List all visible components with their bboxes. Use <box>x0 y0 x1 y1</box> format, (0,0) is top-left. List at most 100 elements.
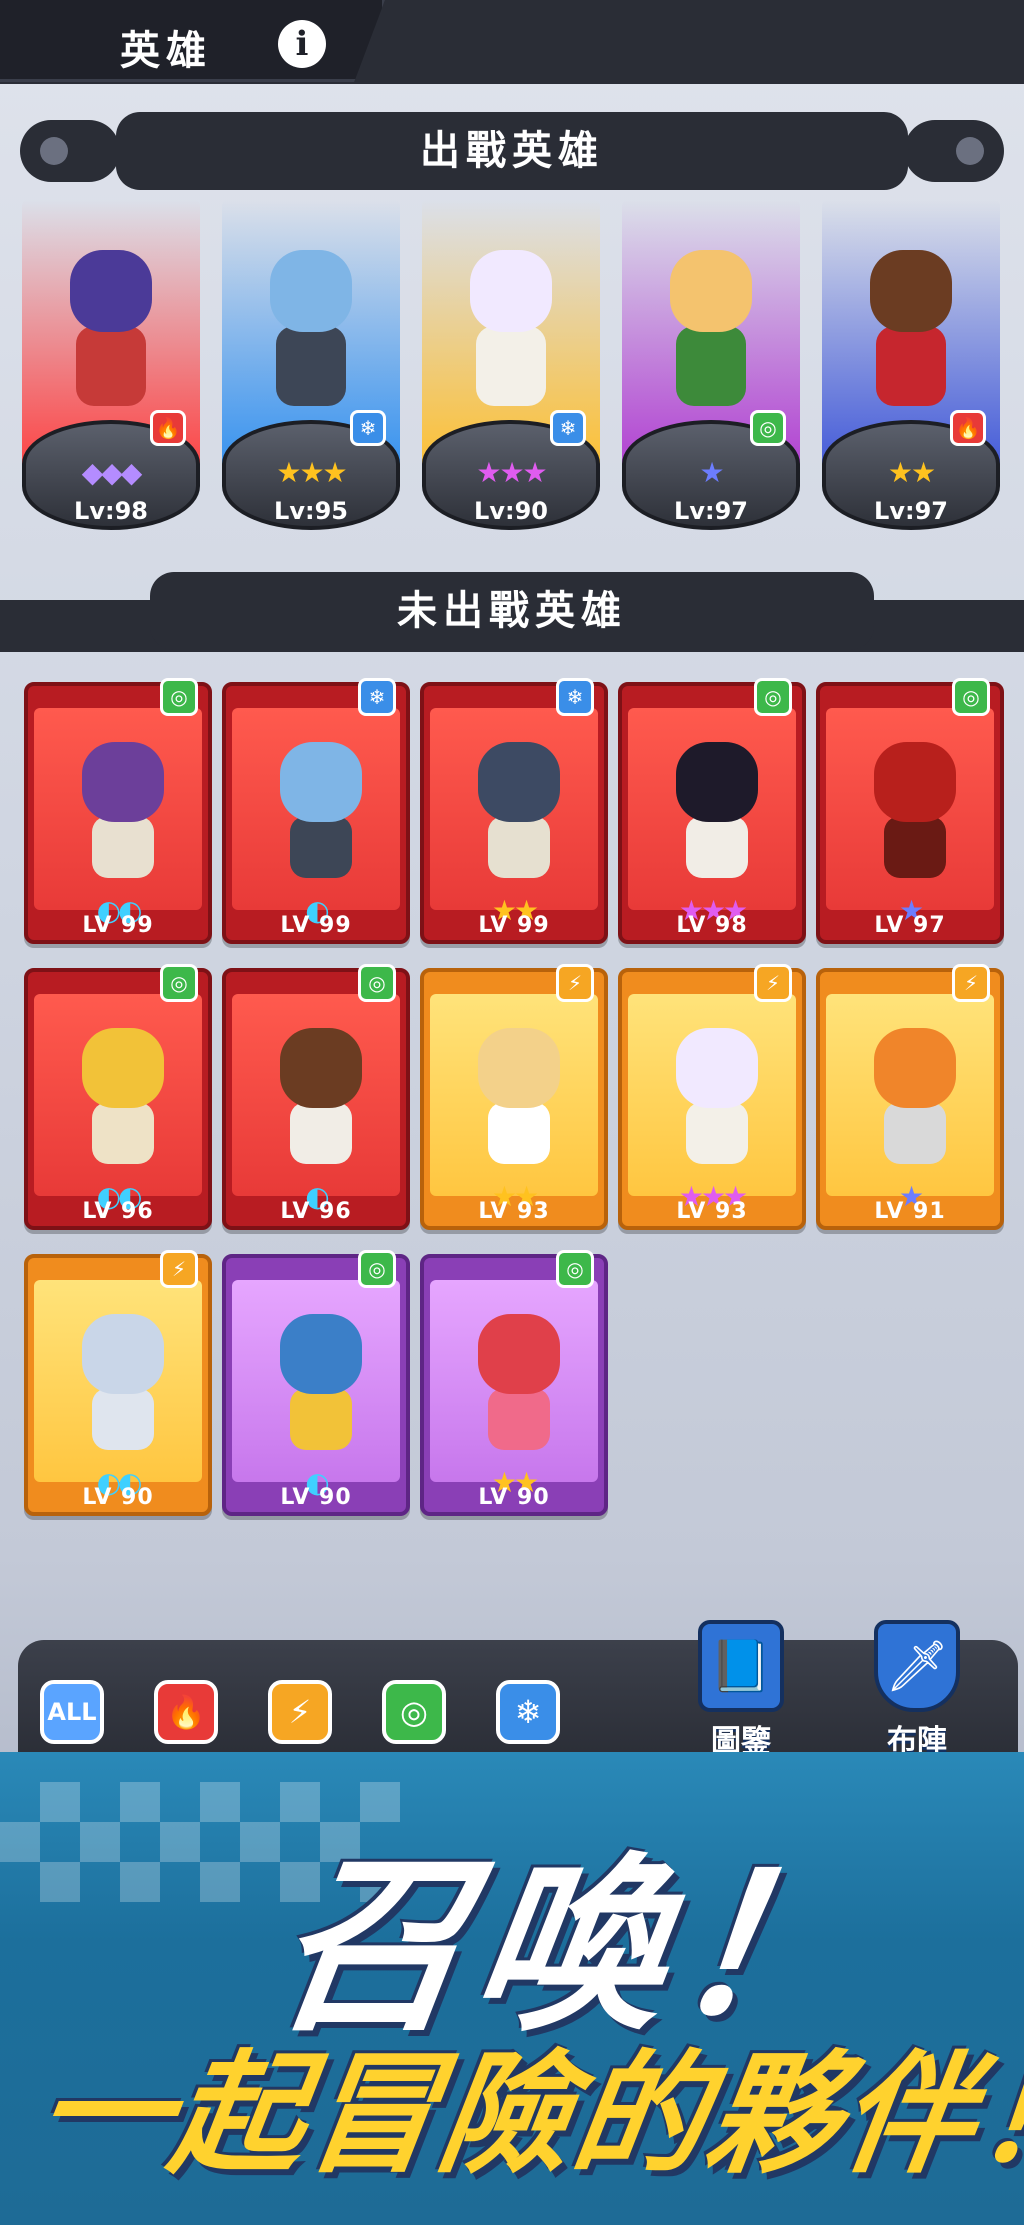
filter-all-button[interactable]: ALL <box>40 1680 104 1744</box>
hero-head <box>670 250 752 332</box>
hero-head <box>874 742 956 822</box>
hero-figure <box>56 250 166 420</box>
hero-body <box>290 816 352 878</box>
deployed-hero-slot[interactable]: ❄ ★★★ Lv:95 <box>222 200 400 540</box>
wind-element-icon: ◎ <box>952 678 990 716</box>
wind-element-icon: ◎ <box>556 1250 594 1288</box>
card-portrait: ★ <box>826 708 994 927</box>
hero-card[interactable]: ★★★ ◎ LV 98 <box>618 678 806 944</box>
hero-body <box>686 1102 748 1164</box>
hero-level: LV 91 <box>874 1199 946 1224</box>
fire-element-icon: 🔥 <box>150 410 186 446</box>
hero-head <box>470 250 552 332</box>
hero-card[interactable]: ★ ⚡ LV 91 <box>816 964 1004 1230</box>
bolt-element-icon: ⚡ <box>952 964 990 1002</box>
hero-tab[interactable]: 英雄 i <box>0 0 385 82</box>
hero-body <box>884 816 946 878</box>
top-bar: 英雄 i <box>0 0 1024 84</box>
hero-level: LV 93 <box>478 1199 550 1224</box>
hero-head <box>676 742 758 822</box>
hero-card[interactable]: ★★★ ⚡ LV 93 <box>618 964 806 1230</box>
hero-level: LV 98 <box>676 913 748 938</box>
bolt-element-icon: ⚡ <box>160 1250 198 1288</box>
filter-wind-button[interactable]: ◎ <box>382 1680 446 1744</box>
hero-figure <box>78 1028 168 1178</box>
hero-body <box>488 1102 550 1164</box>
hero-card[interactable]: ◐ ❄ LV 99 <box>222 678 410 944</box>
hero-level: Lv:95 <box>274 497 348 525</box>
hero-head <box>676 1028 758 1108</box>
hero-body <box>92 1102 154 1164</box>
hero-level: Lv:98 <box>74 497 148 525</box>
shield-icon: 🗡 <box>874 1620 960 1712</box>
hero-card[interactable]: ★★ ◎ LV 90 <box>420 1250 608 1516</box>
hero-figure <box>256 250 366 420</box>
hero-card[interactable]: ★★ ❄ LV 99 <box>420 678 608 944</box>
ice-element-icon: ❄ <box>350 410 386 446</box>
card-portrait: ★★★ <box>628 994 796 1213</box>
fire-element-icon: 🔥 <box>950 410 986 446</box>
hero-level: LV 99 <box>478 913 550 938</box>
banner-left-cap <box>20 120 120 182</box>
hero-card[interactable]: ◐ ◎ LV 96 <box>222 964 410 1230</box>
reserve-heroes-title: 未出戰英雄 <box>150 572 874 650</box>
card-portrait: ★★★ <box>628 708 796 927</box>
hero-head <box>82 1028 164 1108</box>
codex-button[interactable]: 📘 圖鑒 <box>686 1620 796 1760</box>
hero-figure <box>474 1028 564 1178</box>
hero-figure <box>474 742 564 892</box>
deployed-hero-slot[interactable]: ❄ ★★★ Lv:90 <box>422 200 600 540</box>
hero-head <box>70 250 152 332</box>
promo-subtitle: 一起冒險的夥伴！ <box>27 2038 1024 2192</box>
hero-figure <box>78 1314 168 1464</box>
star-rating: ★★ <box>887 456 936 489</box>
hero-body <box>686 816 748 878</box>
info-icon[interactable]: i <box>278 20 326 68</box>
hero-level: LV 96 <box>82 1199 154 1224</box>
hero-card[interactable]: ◐◐ ◎ LV 99 <box>24 678 212 944</box>
hero-body <box>76 326 146 406</box>
hero-head <box>270 250 352 332</box>
hero-figure <box>474 1314 564 1464</box>
card-portrait: ◐ <box>232 1280 400 1499</box>
hero-level: Lv:97 <box>674 497 748 525</box>
hero-level: LV 97 <box>874 913 946 938</box>
deployed-hero-slot[interactable]: ◎ ★ Lv:97 <box>622 200 800 540</box>
hero-level: LV 96 <box>280 1199 352 1224</box>
hero-head <box>870 250 952 332</box>
card-portrait: ★★ <box>430 708 598 927</box>
wind-element-icon: ◎ <box>750 410 786 446</box>
filter-bolt-button[interactable]: ⚡ <box>268 1680 332 1744</box>
hero-figure <box>78 742 168 892</box>
hero-level: LV 93 <box>676 1199 748 1224</box>
promo-banner: 召喚！ 一起冒險的夥伴！ <box>0 1752 1024 2225</box>
hero-figure <box>870 742 960 892</box>
deployed-hero-slot[interactable]: 🔥 ◆◆◆ Lv:98 <box>22 200 200 540</box>
hero-level: LV 99 <box>280 913 352 938</box>
hero-level: Lv:90 <box>474 497 548 525</box>
deployed-hero-slot[interactable]: 🔥 ★★ Lv:97 <box>822 200 1000 540</box>
filter-fire-button[interactable]: 🔥 <box>154 1680 218 1744</box>
filter-ice-button[interactable]: ❄ <box>496 1680 560 1744</box>
hero-card[interactable]: ◐ ◎ LV 90 <box>222 1250 410 1516</box>
hero-card[interactable]: ★ ◎ LV 97 <box>816 678 1004 944</box>
hero-body <box>92 816 154 878</box>
hero-body <box>290 1388 352 1450</box>
hero-level: LV 90 <box>280 1485 352 1510</box>
hero-head <box>478 1028 560 1108</box>
star-rating: ★ <box>699 456 724 489</box>
card-portrait: ★ <box>826 994 994 1213</box>
card-portrait: ◐ <box>232 994 400 1213</box>
wind-element-icon: ◎ <box>358 1250 396 1288</box>
bolt-element-icon: ⚡ <box>556 964 594 1002</box>
banner-right-cap <box>904 120 1004 182</box>
hero-body <box>476 326 546 406</box>
page-title: 英雄 <box>120 28 212 74</box>
hero-card[interactable]: ★★ ⚡ LV 93 <box>420 964 608 1230</box>
hero-card[interactable]: ◐◐ ⚡ LV 90 <box>24 1250 212 1516</box>
hero-head <box>82 742 164 822</box>
hero-card[interactable]: ◐◐ ◎ LV 96 <box>24 964 212 1230</box>
formation-button[interactable]: 🗡 布陣 <box>862 1620 972 1760</box>
hero-body <box>676 326 746 406</box>
hero-figure <box>276 742 366 892</box>
